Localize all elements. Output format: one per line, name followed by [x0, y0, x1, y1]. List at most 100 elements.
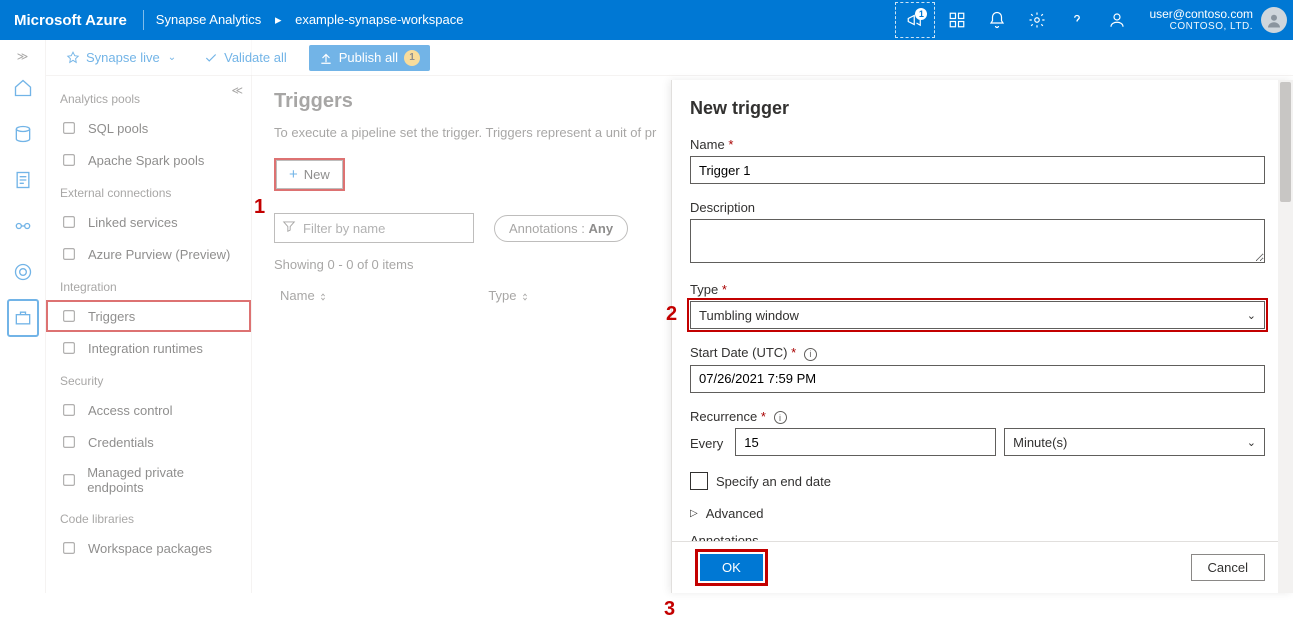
user-menu[interactable]: user@contoso.com CONTOSO, LTD. [1137, 7, 1293, 33]
nav-item-icon [60, 539, 78, 557]
type-value: Tumbling window [699, 308, 799, 323]
sidebar-item-apache-spark-pools[interactable]: Apache Spark pools [46, 144, 251, 176]
synapse-live-button[interactable]: Synapse live ⌄ [60, 46, 182, 69]
column-type[interactable]: Type [488, 288, 530, 303]
sidebar-item-sql-pools[interactable]: SQL pools [46, 112, 251, 144]
nav-item-label: Triggers [88, 309, 135, 324]
annotations-header: Annotations [690, 533, 1265, 541]
sidebar-item-triggers[interactable]: Triggers [46, 300, 251, 332]
nav-item-label: Integration runtimes [88, 341, 203, 356]
rail-manage[interactable] [7, 299, 39, 337]
end-date-checkbox-row[interactable]: Specify an end date [690, 472, 1265, 490]
collapse-nav-icon[interactable]: ≪ [231, 84, 243, 97]
publish-count-badge: 1 [404, 50, 420, 66]
start-date-input[interactable] [690, 365, 1265, 393]
nav-item-label: Workspace packages [88, 541, 212, 556]
info-icon[interactable]: i [804, 348, 817, 361]
nav-item-icon [60, 151, 78, 169]
nav-group-title: Security [46, 364, 251, 394]
nav-item-label: Linked services [88, 215, 178, 230]
rail-monitor[interactable] [7, 253, 39, 291]
bell-icon[interactable] [977, 0, 1017, 40]
publish-all-button[interactable]: Publish all 1 [309, 45, 430, 71]
nav-item-icon [60, 433, 78, 451]
rail-develop[interactable] [7, 161, 39, 199]
end-date-label: Specify an end date [716, 474, 831, 489]
new-trigger-button[interactable]: + New [276, 160, 343, 189]
scrollbar-thumb[interactable] [1280, 82, 1291, 202]
new-trigger-label: New [304, 167, 330, 182]
help-icon[interactable] [1057, 0, 1097, 40]
checkbox-icon[interactable] [690, 472, 708, 490]
description-input[interactable] [690, 219, 1265, 263]
nav-item-label: Credentials [88, 435, 154, 450]
sidebar-item-azure-purview-preview-[interactable]: Azure Purview (Preview) [46, 238, 251, 270]
sidebar-item-workspace-packages[interactable]: Workspace packages [46, 532, 251, 564]
action-bar: Synapse live ⌄ Validate all Publish all … [46, 40, 1293, 76]
rail-data[interactable] [7, 115, 39, 153]
sidebar-item-access-control[interactable]: Access control [46, 394, 251, 426]
marker-3: 3 [664, 598, 675, 621]
nav-item-icon [60, 213, 78, 231]
publish-all-label: Publish all [339, 50, 398, 65]
recurrence-label: Recurrence * i [690, 409, 1265, 425]
sidebar-item-credentials[interactable]: Credentials [46, 426, 251, 458]
filter-icon [282, 219, 296, 236]
nav-item-icon [60, 471, 77, 489]
type-select[interactable]: Tumbling window ⌄ [690, 301, 1265, 329]
advanced-label: Advanced [706, 506, 764, 521]
validate-all-label: Validate all [224, 50, 287, 65]
nav-item-icon [60, 245, 78, 263]
description-label: Description [690, 200, 1265, 215]
nav-item-icon [60, 401, 78, 419]
sidebar-item-integration-runtimes[interactable]: Integration runtimes [46, 332, 251, 364]
collapse-rail-icon[interactable]: ≫ [17, 50, 29, 63]
chevron-down-icon: ⌄ [1247, 309, 1256, 322]
new-trigger-highlight: + New [274, 158, 345, 191]
breadcrumb-item[interactable]: Synapse Analytics [156, 12, 262, 27]
side-nav: ≪ Analytics pools SQL pools Apache Spark p… [46, 40, 252, 593]
nav-item-label: Apache Spark pools [88, 153, 204, 168]
nav-group-title: Integration [46, 270, 251, 300]
rail-integrate[interactable] [7, 207, 39, 245]
cancel-button[interactable]: Cancel [1191, 554, 1265, 581]
nav-item-icon [60, 339, 78, 357]
recurrence-every-input[interactable] [735, 428, 996, 456]
recurrence-unit-select[interactable]: Minute(s) ⌄ [1004, 428, 1265, 456]
sidebar-item-managed-private-endpoints[interactable]: Managed private endpoints [46, 458, 251, 502]
annotations-filter-label: Annotations : [509, 221, 589, 236]
advanced-toggle[interactable]: ▷ Advanced [690, 506, 1265, 521]
top-bar: Microsoft Azure Synapse Analytics ▸ exam… [0, 0, 1293, 40]
breadcrumb-item[interactable]: example-synapse-workspace [295, 12, 463, 27]
feedback-icon[interactable] [937, 0, 977, 40]
validate-all-button[interactable]: Validate all [198, 46, 293, 69]
name-input[interactable] [690, 156, 1265, 184]
name-label: Name * [690, 137, 1265, 152]
chevron-right-icon: ▸ [275, 12, 282, 27]
annotations-filter-value: Any [589, 221, 614, 236]
nav-group-title: Code libraries [46, 502, 251, 532]
column-name[interactable]: Name [280, 288, 328, 303]
filter-input[interactable] [274, 213, 474, 243]
nav-item-label: Azure Purview (Preview) [88, 247, 230, 262]
new-trigger-panel: New trigger Name * Description Type * Tu… [671, 80, 1293, 593]
synapse-live-label: Synapse live [86, 50, 160, 65]
recurrence-unit-value: Minute(s) [1013, 435, 1067, 450]
person-icon[interactable] [1097, 0, 1137, 40]
sidebar-item-linked-services[interactable]: Linked services [46, 206, 251, 238]
nav-item-icon [60, 119, 78, 137]
gear-icon[interactable] [1017, 0, 1057, 40]
announcements-icon[interactable]: 1 [895, 2, 935, 38]
ok-button[interactable]: OK [700, 554, 763, 581]
rail-home[interactable] [7, 69, 39, 107]
user-tenant: CONTOSO, LTD. [1149, 21, 1253, 32]
brand: Microsoft Azure [14, 12, 127, 29]
info-icon[interactable]: i [774, 411, 787, 424]
annotations-filter[interactable]: Annotations : Any [494, 215, 628, 242]
nav-item-label: SQL pools [88, 121, 148, 136]
ok-button-highlight: OK [700, 554, 763, 581]
every-label: Every [690, 436, 723, 451]
breadcrumb[interactable]: Synapse Analytics ▸ example-synapse-work… [156, 12, 464, 28]
nav-group-title: Analytics pools [46, 82, 251, 112]
user-email: user@contoso.com [1149, 8, 1253, 21]
